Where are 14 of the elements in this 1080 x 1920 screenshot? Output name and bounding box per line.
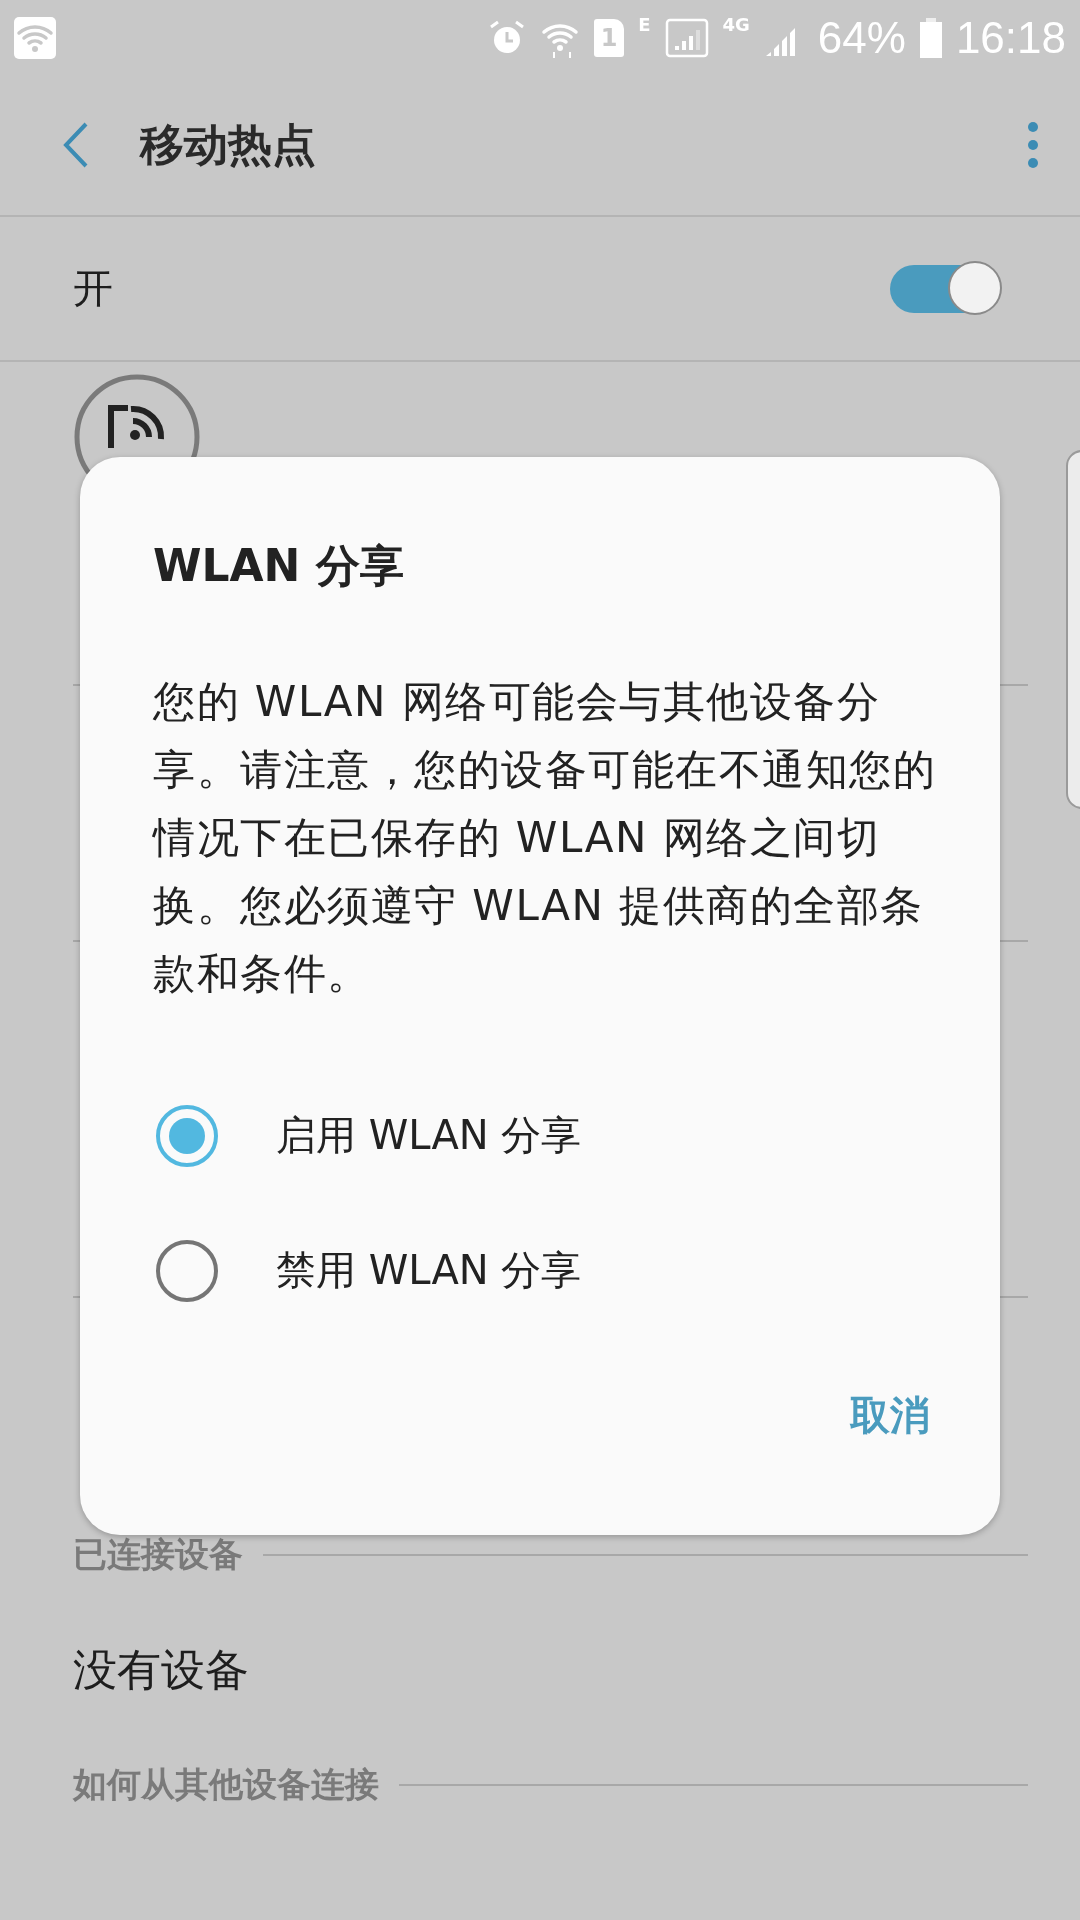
radio-option[interactable]: 禁用 WLAN 分享 bbox=[153, 1203, 930, 1338]
section-header: 如何从其他设备连接 bbox=[73, 1763, 379, 1806]
dialog-message: 您的 WLAN 网络可能会与其他设备分享。请注意，您的设备可能在不通知您的情况下在已保存的 WLAN 网络之间切换。您必须遵守 WLAN 提供商的全部条款和条件。 bbox=[153, 676, 937, 1000]
radio-option[interactable]: 启用 WLAN 分享 bbox=[153, 1068, 930, 1203]
more-icon[interactable] bbox=[1026, 120, 1040, 170]
battery-icon bbox=[919, 17, 942, 58]
empty-state-text: 没有设备 bbox=[73, 1642, 249, 1697]
signal-icon bbox=[664, 17, 709, 58]
switch-label: 开 bbox=[73, 264, 113, 313]
section-header: 已连接设备 bbox=[73, 1533, 243, 1576]
dialog-title: WLAN 分享 bbox=[153, 539, 405, 593]
page-title: 移动热点 bbox=[140, 117, 316, 172]
wifi-icon bbox=[14, 16, 56, 59]
toggle-switch[interactable] bbox=[890, 264, 1000, 313]
